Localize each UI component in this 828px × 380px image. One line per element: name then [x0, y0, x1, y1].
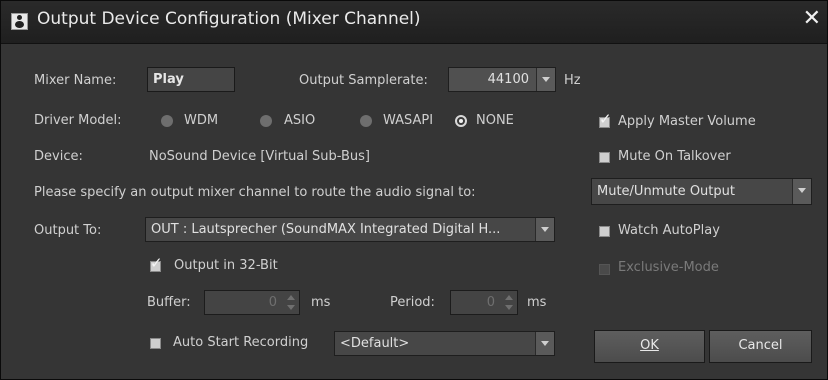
- title-bar[interactable]: Output Device Configuration (Mixer Chann…: [1, 1, 827, 44]
- cancel-button-label: Cancel: [738, 338, 783, 353]
- buffer-value: 0: [268, 295, 277, 310]
- buffer-spinner[interactable]: 0: [204, 290, 300, 315]
- route-prompt: Please specify an output mixer channel t…: [34, 185, 476, 200]
- chevron-down-icon: [535, 332, 554, 355]
- mute-on-talkover-checkbox[interactable]: [599, 152, 610, 163]
- radio-wdm-label: WDM: [184, 113, 219, 128]
- period-value: 0: [486, 295, 495, 310]
- auto-start-checkbox[interactable]: [150, 338, 161, 349]
- period-unit: ms: [527, 295, 547, 310]
- samplerate-label: Output Samplerate:: [299, 73, 428, 88]
- chevron-down-icon: [792, 179, 811, 204]
- output-to-label: Output To:: [34, 223, 102, 238]
- exclusive-mode-label: Exclusive-Mode: [618, 260, 719, 275]
- driver-model-label: Driver Model:: [34, 113, 122, 128]
- output-32bit-checkbox[interactable]: ✓: [150, 256, 163, 272]
- cancel-button[interactable]: Cancel: [709, 330, 812, 363]
- radio-asio[interactable]: [260, 115, 272, 127]
- output-32bit-label: Output in 32-Bit: [174, 258, 278, 273]
- apply-master-volume-checkbox[interactable]: ✓: [599, 112, 612, 128]
- device-value: NoSound Device [Virtual Sub-Bus]: [149, 149, 370, 164]
- device-label: Device:: [34, 149, 83, 164]
- period-label: Period:: [390, 295, 435, 310]
- output-to-value: OUT : Lautsprecher (SoundMAX Integrated …: [151, 222, 501, 237]
- dialog-window: Output Device Configuration (Mixer Chann…: [0, 0, 828, 380]
- ok-button-label: OK: [640, 338, 659, 353]
- radio-none[interactable]: [455, 115, 467, 127]
- mute-mode-value: Mute/Unmute Output: [597, 184, 735, 199]
- apply-master-volume-label: Apply Master Volume: [618, 114, 756, 129]
- mute-mode-select[interactable]: Mute/Unmute Output: [591, 178, 812, 205]
- window-title: Output Device Configuration (Mixer Chann…: [37, 9, 421, 29]
- checkmark-icon: ✓: [599, 110, 612, 128]
- watch-autoplay-label: Watch AutoPlay: [618, 223, 720, 238]
- watch-autoplay-checkbox[interactable]: [599, 226, 610, 237]
- buffer-label: Buffer:: [147, 295, 191, 310]
- samplerate-unit: Hz: [564, 73, 581, 88]
- spinner-arrows-icon[interactable]: [286, 294, 296, 312]
- auto-start-select[interactable]: <Default>: [334, 331, 555, 356]
- auto-start-value: <Default>: [340, 336, 410, 351]
- radio-asio-label: ASIO: [284, 113, 316, 128]
- chevron-down-icon: [536, 68, 555, 91]
- output-to-select[interactable]: OUT : Lautsprecher (SoundMAX Integrated …: [145, 217, 555, 242]
- radio-wdm[interactable]: [161, 115, 173, 127]
- spinner-arrows-icon[interactable]: [504, 294, 514, 312]
- buffer-unit: ms: [311, 295, 331, 310]
- speaker-icon: [11, 13, 28, 30]
- close-icon[interactable]: ✕: [803, 8, 821, 30]
- mixer-name-label: Mixer Name:: [34, 73, 117, 88]
- mixer-name-value: Play: [153, 72, 184, 87]
- radio-none-label: NONE: [476, 113, 514, 128]
- exclusive-mode-checkbox: [599, 264, 610, 275]
- samplerate-select[interactable]: 44100: [448, 67, 556, 92]
- auto-start-label: Auto Start Recording: [173, 335, 309, 350]
- samplerate-value: 44100: [487, 72, 529, 87]
- mute-on-talkover-label: Mute On Talkover: [618, 149, 731, 164]
- period-spinner[interactable]: 0: [450, 290, 518, 315]
- mixer-name-input[interactable]: Play: [147, 67, 235, 92]
- ok-button[interactable]: OK: [594, 330, 705, 363]
- chevron-down-icon: [535, 218, 554, 241]
- checkmark-icon: ✓: [150, 254, 163, 272]
- radio-wasapi[interactable]: [360, 115, 372, 127]
- radio-wasapi-label: WASAPI: [383, 113, 434, 128]
